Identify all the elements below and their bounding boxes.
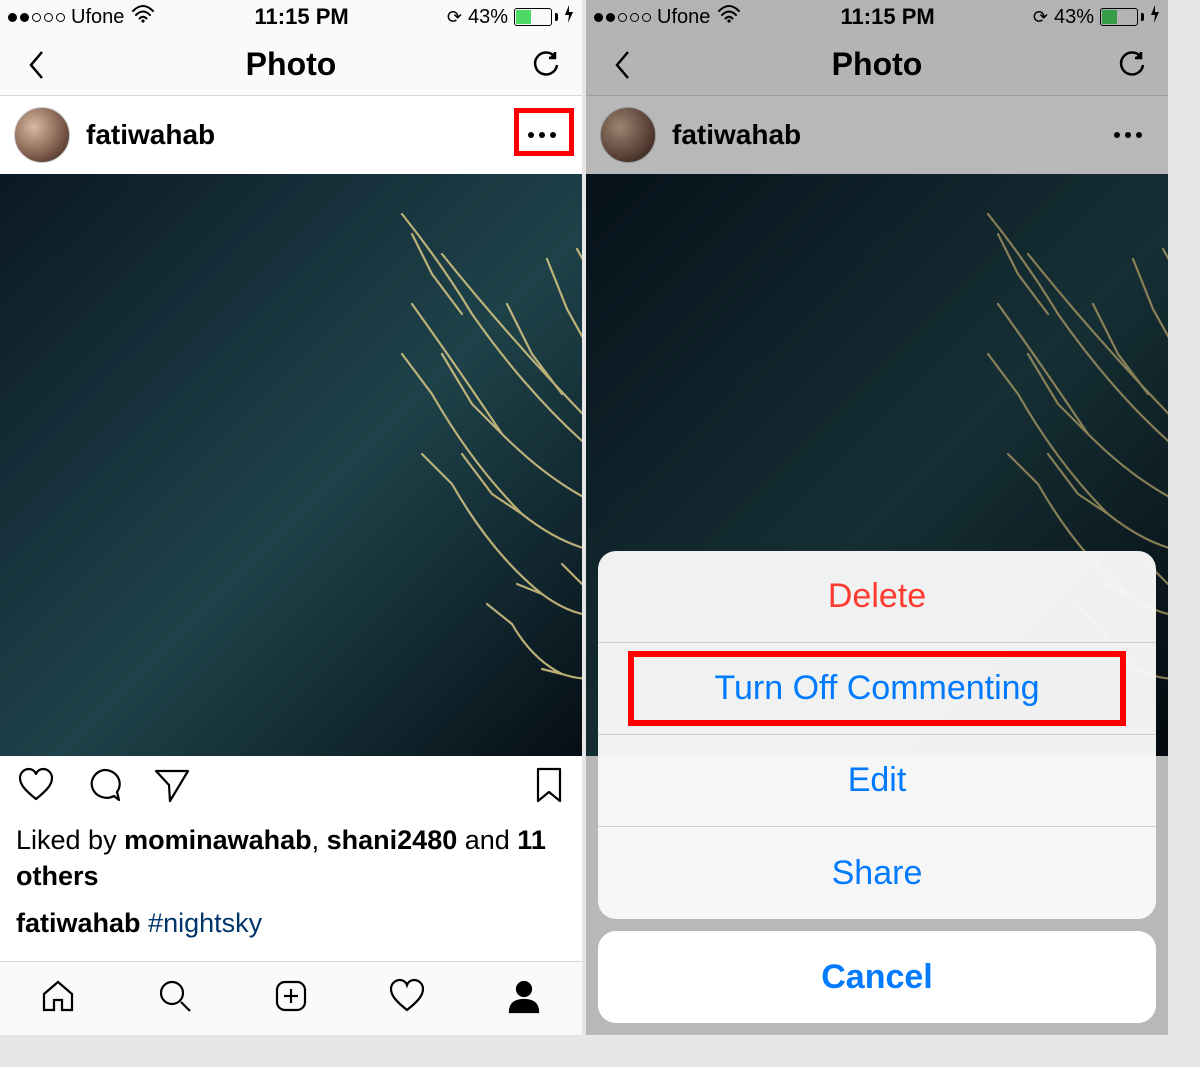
more-options-button[interactable] — [1102, 126, 1154, 144]
profile-icon — [504, 976, 544, 1016]
tab-add[interactable] — [271, 976, 311, 1021]
tab-search[interactable] — [155, 976, 195, 1021]
likes-line[interactable]: Liked by mominawahab, shani2480 and 11 o… — [0, 818, 582, 905]
post-user[interactable]: fatiwahab — [600, 107, 801, 163]
chevron-left-icon — [612, 48, 632, 82]
battery-icon — [514, 8, 558, 26]
caption-author[interactable]: fatiwahab — [16, 908, 141, 938]
action-sheet-group: Delete Turn Off Commenting Edit Share — [598, 551, 1156, 919]
avatar[interactable] — [600, 107, 656, 163]
nav-title: Photo — [644, 46, 1110, 83]
chevron-left-icon — [26, 48, 46, 82]
likes-user2[interactable]: shani2480 — [327, 825, 458, 855]
action-sheet-edit[interactable]: Edit — [598, 735, 1156, 827]
back-button[interactable] — [600, 48, 644, 82]
screenshot-left: Ufone 11:15 PM ⟳ 43% Photo — [0, 0, 582, 1035]
likes-prefix: Liked by — [16, 825, 124, 855]
avatar[interactable] — [14, 107, 70, 163]
action-sheet-cancel[interactable]: Cancel — [598, 931, 1156, 1023]
bookmark-button[interactable] — [532, 765, 566, 810]
tree-branches-illustration — [262, 174, 582, 756]
charging-icon — [564, 5, 574, 29]
action-sheet-cancel-label: Cancel — [821, 958, 933, 997]
nav-bar: Photo — [586, 34, 1168, 96]
post-actions — [0, 756, 582, 818]
more-options-button[interactable] — [516, 126, 568, 144]
action-sheet-delete[interactable]: Delete — [598, 551, 1156, 643]
clock-label: 11:15 PM — [841, 4, 935, 30]
comment-icon — [84, 765, 124, 805]
tab-profile[interactable] — [504, 976, 544, 1021]
nav-bar: Photo — [0, 34, 582, 96]
action-sheet: Delete Turn Off Commenting Edit Share Ca… — [598, 551, 1156, 1023]
tab-bar — [0, 961, 582, 1035]
post-header: fatiwahab — [0, 96, 582, 174]
clock-label: 11:15 PM — [255, 4, 349, 30]
status-bar-right: ⟳ 43% — [447, 5, 574, 29]
status-bar-right: ⟳ 43% — [1033, 5, 1160, 29]
orientation-lock-icon: ⟳ — [447, 7, 462, 28]
action-sheet-share[interactable]: Share — [598, 827, 1156, 919]
username-label[interactable]: fatiwahab — [672, 119, 801, 151]
add-post-icon — [271, 976, 311, 1016]
carrier-label: Ufone — [657, 6, 710, 29]
tab-activity[interactable] — [387, 976, 427, 1021]
battery-icon — [1100, 8, 1144, 26]
battery-percent-label: 43% — [1054, 6, 1094, 29]
post-image[interactable] — [0, 174, 582, 756]
tab-home[interactable] — [38, 976, 78, 1021]
signal-strength-icon — [8, 13, 65, 22]
wifi-icon — [130, 4, 156, 30]
status-bar: Ufone 11:15 PM ⟳ 43% — [0, 0, 582, 34]
username-label[interactable]: fatiwahab — [86, 119, 215, 151]
status-bar-left: Ufone — [594, 4, 742, 30]
likes-sep2: and — [457, 825, 517, 855]
action-sheet-turn-off-commenting-label: Turn Off Commenting — [714, 669, 1039, 708]
battery-percent-label: 43% — [468, 6, 508, 29]
likes-user1[interactable]: mominawahab — [124, 825, 312, 855]
carrier-label: Ufone — [71, 6, 124, 29]
nav-title: Photo — [58, 46, 524, 83]
action-sheet-turn-off-commenting[interactable]: Turn Off Commenting — [598, 643, 1156, 735]
comment-button[interactable] — [84, 765, 124, 810]
share-button[interactable] — [152, 765, 192, 810]
refresh-icon — [1117, 50, 1147, 80]
status-bar: Ufone 11:15 PM ⟳ 43% — [586, 0, 1168, 34]
wifi-icon — [716, 4, 742, 30]
refresh-button[interactable] — [524, 50, 568, 80]
action-sheet-delete-label: Delete — [828, 577, 926, 616]
post-user[interactable]: fatiwahab — [14, 107, 215, 163]
heart-icon — [16, 765, 56, 805]
home-icon — [38, 976, 78, 1016]
paper-plane-icon — [152, 765, 192, 805]
orientation-lock-icon: ⟳ — [1033, 7, 1048, 28]
signal-strength-icon — [594, 13, 651, 22]
caption-hashtag[interactable]: #nightsky — [148, 908, 262, 938]
refresh-icon — [531, 50, 561, 80]
back-button[interactable] — [14, 48, 58, 82]
post-header: fatiwahab — [586, 96, 1168, 174]
caption-line: fatiwahab #nightsky — [0, 905, 582, 951]
action-sheet-edit-label: Edit — [848, 761, 907, 800]
charging-icon — [1150, 5, 1160, 29]
search-icon — [155, 976, 195, 1016]
bookmark-icon — [532, 765, 566, 805]
status-bar-left: Ufone — [8, 4, 156, 30]
likes-sep1: , — [312, 825, 327, 855]
action-sheet-share-label: Share — [832, 854, 923, 893]
like-button[interactable] — [16, 765, 56, 810]
heart-outline-icon — [387, 976, 427, 1016]
refresh-button[interactable] — [1110, 50, 1154, 80]
screenshot-right: Ufone 11:15 PM ⟳ 43% Photo — [586, 0, 1168, 1035]
